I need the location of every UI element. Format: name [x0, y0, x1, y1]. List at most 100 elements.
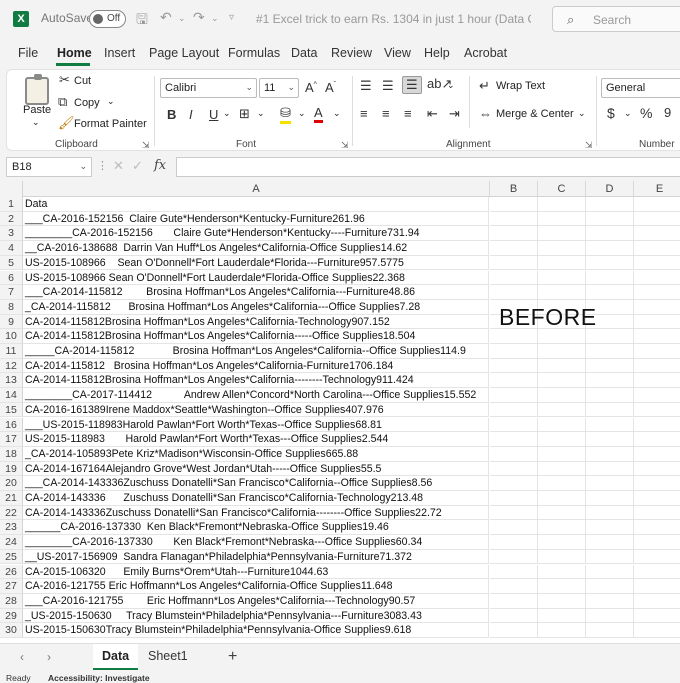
- cell-c[interactable]: [538, 344, 586, 359]
- cell-c[interactable]: [538, 549, 586, 565]
- cell-c[interactable]: [538, 608, 586, 624]
- currency-button[interactable]: $: [607, 105, 615, 121]
- cell-d[interactable]: [586, 211, 634, 227]
- cell-d[interactable]: [586, 564, 634, 580]
- cell-c[interactable]: [538, 255, 586, 271]
- redo-dropdown-icon[interactable]: ⌄: [211, 13, 219, 24]
- copy-dropdown-icon[interactable]: ⌄: [107, 96, 115, 107]
- row-header[interactable]: 6: [0, 270, 23, 286]
- row-header[interactable]: 18: [0, 446, 23, 462]
- cell-b[interactable]: [490, 549, 538, 565]
- cell-c[interactable]: [538, 373, 586, 389]
- cell-b[interactable]: [490, 329, 538, 344]
- cell-b[interactable]: [490, 461, 538, 477]
- cell-b[interactable]: [490, 211, 538, 227]
- row-header[interactable]: 25: [0, 549, 23, 565]
- cell-a[interactable]: CA-2014-115812Brosina Hoffman*Los Angele…: [23, 314, 489, 330]
- underline-button[interactable]: U: [209, 107, 218, 122]
- cell-c[interactable]: [538, 388, 586, 403]
- paste-icon[interactable]: [25, 74, 49, 105]
- row-header[interactable]: 21: [0, 491, 23, 506]
- sheet-tab-data[interactable]: Data: [93, 644, 139, 670]
- row-header[interactable]: 9: [0, 314, 23, 330]
- row-header[interactable]: 8: [0, 299, 23, 315]
- cell-b[interactable]: [490, 226, 538, 242]
- paste-button[interactable]: Paste: [23, 104, 51, 116]
- format-painter-icon[interactable]: 🖌: [58, 115, 75, 131]
- cell-a[interactable]: US-2015-150630Tracy Blumstein*Philadelph…: [23, 623, 489, 638]
- borders-dropdown-icon[interactable]: ⌄: [257, 108, 265, 119]
- cell-c[interactable]: [538, 505, 586, 521]
- cell-e[interactable]: [634, 329, 680, 344]
- row-header[interactable]: 17: [0, 432, 23, 447]
- cell-e[interactable]: [634, 300, 680, 315]
- row-header[interactable]: 30: [0, 623, 23, 638]
- cell-e[interactable]: [634, 226, 680, 242]
- cell-a[interactable]: ___CA-2016-152156 Claire Gute*Henderson*…: [23, 211, 489, 227]
- bold-button[interactable]: B: [167, 107, 176, 122]
- cell-e[interactable]: [634, 491, 680, 506]
- cell-c[interactable]: [538, 226, 586, 242]
- align-bottom-icon[interactable]: ☰: [402, 76, 422, 94]
- cell-d[interactable]: [586, 197, 634, 212]
- cell-a[interactable]: CA-2014-115812 Brosina Hoffman*Los Angel…: [23, 358, 489, 374]
- cell-a[interactable]: ______CA-2016-137330 Ken Black*Fremont*N…: [23, 520, 489, 536]
- cell-d[interactable]: [586, 388, 634, 403]
- align-right-icon[interactable]: ≡: [404, 106, 412, 121]
- cell-b[interactable]: [490, 476, 538, 491]
- comma-style-icon[interactable]: 9: [664, 105, 671, 120]
- row-header[interactable]: 5: [0, 255, 23, 271]
- italic-button[interactable]: I: [189, 107, 193, 122]
- increase-font-size-icon[interactable]: A^: [305, 80, 317, 95]
- align-middle-icon[interactable]: ☰: [382, 78, 394, 94]
- row-header[interactable]: 23: [0, 520, 23, 536]
- column-header-c[interactable]: C: [538, 181, 586, 197]
- cell-b[interactable]: [490, 417, 538, 433]
- column-header-e[interactable]: E: [634, 181, 680, 197]
- cell-c[interactable]: [538, 593, 586, 609]
- align-top-icon[interactable]: ☰: [360, 78, 372, 94]
- cell-d[interactable]: [586, 226, 634, 242]
- cell-b[interactable]: [490, 388, 538, 403]
- cell-d[interactable]: [586, 402, 634, 418]
- cell-e[interactable]: [634, 623, 680, 638]
- cell-d[interactable]: [586, 417, 634, 433]
- column-header-b[interactable]: B: [490, 181, 538, 197]
- cell-e[interactable]: [634, 197, 680, 212]
- cell-a[interactable]: CA-2014-143336Zuschuss Donatelli*San Fra…: [23, 505, 489, 521]
- row-header[interactable]: 29: [0, 608, 23, 624]
- tab-help[interactable]: Help: [424, 46, 450, 60]
- cell-e[interactable]: [634, 241, 680, 256]
- cell-a[interactable]: ___CA-2016-121755 Eric Hoffmann*Los Ange…: [23, 593, 489, 609]
- tab-home[interactable]: Home: [57, 46, 92, 60]
- save-icon[interactable]: 🖫: [136, 9, 148, 33]
- cell-c[interactable]: [538, 329, 586, 344]
- cell-c[interactable]: [538, 402, 586, 418]
- number-format-select[interactable]: General: [601, 78, 680, 98]
- cell-c[interactable]: [538, 535, 586, 550]
- search-box[interactable]: ⌕ Search: [552, 6, 680, 32]
- cell-a[interactable]: __CA-2016-138688 Darrin Van Huff*Los Ang…: [23, 241, 489, 256]
- row-header[interactable]: 4: [0, 241, 23, 256]
- cell-e[interactable]: [634, 271, 680, 286]
- cell-b[interactable]: [490, 373, 538, 389]
- cell-d[interactable]: [586, 270, 634, 286]
- cell-e[interactable]: [634, 594, 680, 609]
- cell-d[interactable]: [586, 593, 634, 609]
- cell-c[interactable]: [538, 241, 586, 256]
- decrease-font-size-icon[interactable]: Aˇ: [325, 80, 336, 95]
- cell-d[interactable]: [586, 461, 634, 477]
- cell-a[interactable]: ___US-2015-118983Harold Pawlan*Fort Wort…: [23, 417, 489, 433]
- cell-d[interactable]: [586, 491, 634, 506]
- merge-center-icon[interactable]: ⇔: [479, 106, 492, 121]
- cell-e[interactable]: [634, 462, 680, 477]
- cell-d[interactable]: [586, 255, 634, 271]
- cell-a[interactable]: CA-2014-115812Brosina Hoffman*Los Angele…: [23, 329, 489, 344]
- cell-e[interactable]: [634, 256, 680, 271]
- row-header[interactable]: 26: [0, 564, 23, 580]
- paste-dropdown-icon[interactable]: ⌄: [32, 117, 40, 128]
- undo-dropdown-icon[interactable]: ⌄: [178, 13, 186, 24]
- cell-d[interactable]: [586, 608, 634, 624]
- cell-e[interactable]: [634, 212, 680, 227]
- undo-icon[interactable]: ↶: [160, 9, 172, 26]
